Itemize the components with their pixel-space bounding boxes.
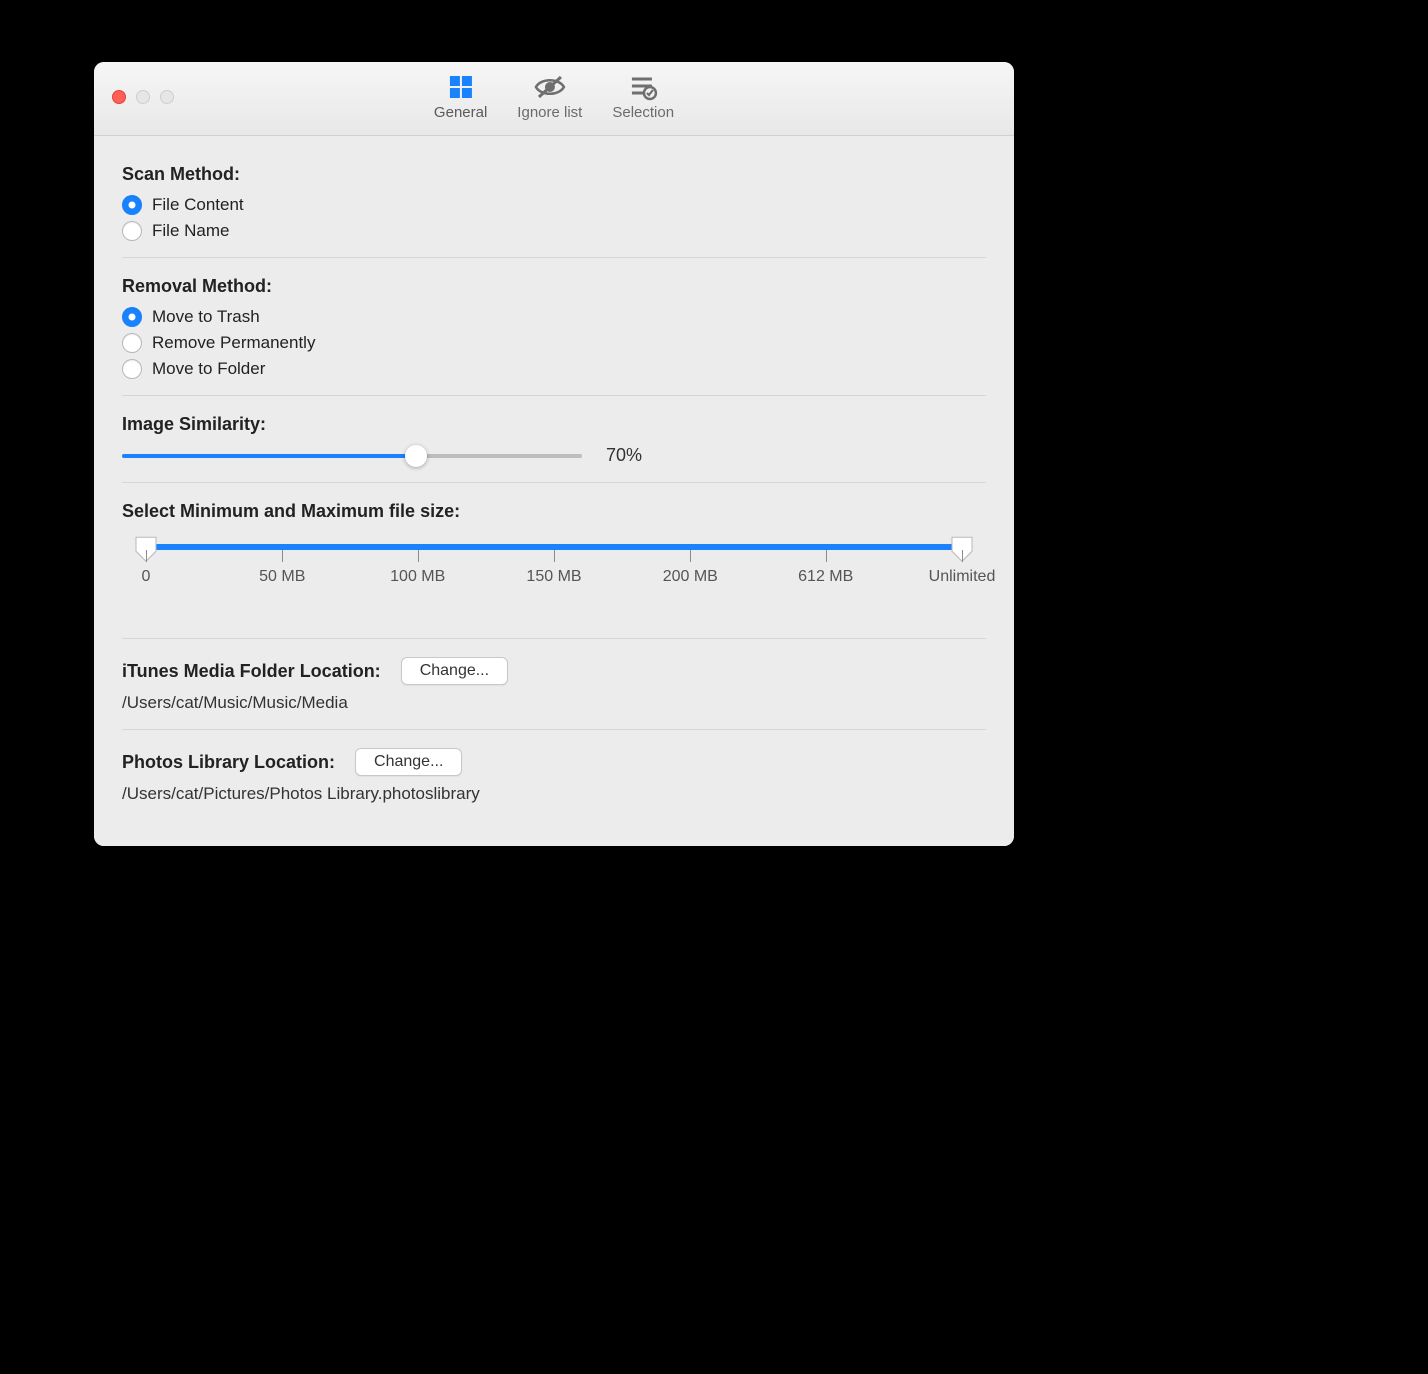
tab-label: General [434, 104, 487, 121]
tab-label: Selection [612, 104, 674, 121]
tab-selection[interactable]: Selection [606, 68, 680, 123]
image-similarity-row: 70% [122, 445, 986, 466]
range-tick [690, 550, 691, 562]
radio-label: Move to Trash [152, 307, 260, 327]
tab-label: Ignore list [517, 104, 582, 121]
range-tick [554, 550, 555, 562]
radio-indicator [122, 333, 142, 353]
divider [122, 729, 986, 730]
itunes-path: /Users/cat/Music/Music/Media [122, 693, 986, 713]
file-size-title: Select Minimum and Maximum file size: [122, 501, 986, 522]
divider [122, 257, 986, 258]
radio-file-name[interactable]: File Name [122, 221, 986, 241]
similarity-slider[interactable] [122, 454, 582, 458]
radio-move-to-folder[interactable]: Move to Folder [122, 359, 986, 379]
file-size-range: 050 MB100 MB150 MB200 MB612 MBUnlimited [122, 544, 986, 590]
range-labels: 050 MB100 MB150 MB200 MB612 MBUnlimited [146, 568, 962, 590]
range-tick-label: 200 MB [663, 568, 718, 586]
range-tick [826, 550, 827, 562]
range-tick-label: 100 MB [390, 568, 445, 586]
preferences-window: General Ignore list [94, 62, 1014, 846]
range-tick-label: 150 MB [526, 568, 581, 586]
list-check-icon [628, 70, 658, 104]
radio-label: File Name [152, 221, 229, 241]
slider-thumb[interactable] [405, 445, 427, 467]
range-tick-label: 50 MB [259, 568, 305, 586]
radio-indicator [122, 359, 142, 379]
itunes-location-row: iTunes Media Folder Location: Change... [122, 657, 986, 685]
scan-method-title: Scan Method: [122, 164, 986, 185]
tab-ignore-list[interactable]: Ignore list [511, 68, 588, 123]
tab-general[interactable]: General [428, 68, 493, 123]
radio-remove-permanently[interactable]: Remove Permanently [122, 333, 986, 353]
range-tick [962, 550, 963, 562]
eye-slash-icon [533, 70, 567, 104]
itunes-location-title: iTunes Media Folder Location: [122, 661, 381, 682]
range-ticks [146, 550, 962, 564]
radio-file-content[interactable]: File Content [122, 195, 986, 215]
range-tick [146, 550, 147, 562]
photos-location-title: Photos Library Location: [122, 752, 335, 773]
divider [122, 395, 986, 396]
divider [122, 638, 986, 639]
itunes-change-button[interactable]: Change... [401, 657, 508, 685]
range-tick [418, 550, 419, 562]
similarity-value: 70% [606, 445, 642, 466]
photos-location-row: Photos Library Location: Change... [122, 748, 986, 776]
toolbar-tabs: General Ignore list [428, 68, 680, 123]
photos-path: /Users/cat/Pictures/Photos Library.photo… [122, 784, 986, 804]
removal-method-title: Removal Method: [122, 276, 986, 297]
radio-label: File Content [152, 195, 244, 215]
maximize-button[interactable] [160, 90, 174, 104]
radio-indicator [122, 307, 142, 327]
slider-fill [122, 454, 416, 458]
close-button[interactable] [112, 90, 126, 104]
range-tick-label: Unlimited [929, 568, 996, 586]
divider [122, 482, 986, 483]
image-similarity-title: Image Similarity: [122, 414, 986, 435]
titlebar: General Ignore list [94, 62, 1014, 136]
range-tick-label: 612 MB [798, 568, 853, 586]
photos-change-button[interactable]: Change... [355, 748, 462, 776]
content-area: Scan Method: File Content File Name Remo… [94, 136, 1014, 846]
radio-indicator [122, 221, 142, 241]
radio-label: Move to Folder [152, 359, 265, 379]
window-controls [112, 90, 174, 104]
grid-icon [447, 70, 475, 104]
range-tick-label: 0 [142, 568, 151, 586]
minimize-button[interactable] [136, 90, 150, 104]
radio-move-to-trash[interactable]: Move to Trash [122, 307, 986, 327]
range-tick [282, 550, 283, 562]
radio-label: Remove Permanently [152, 333, 315, 353]
radio-indicator [122, 195, 142, 215]
